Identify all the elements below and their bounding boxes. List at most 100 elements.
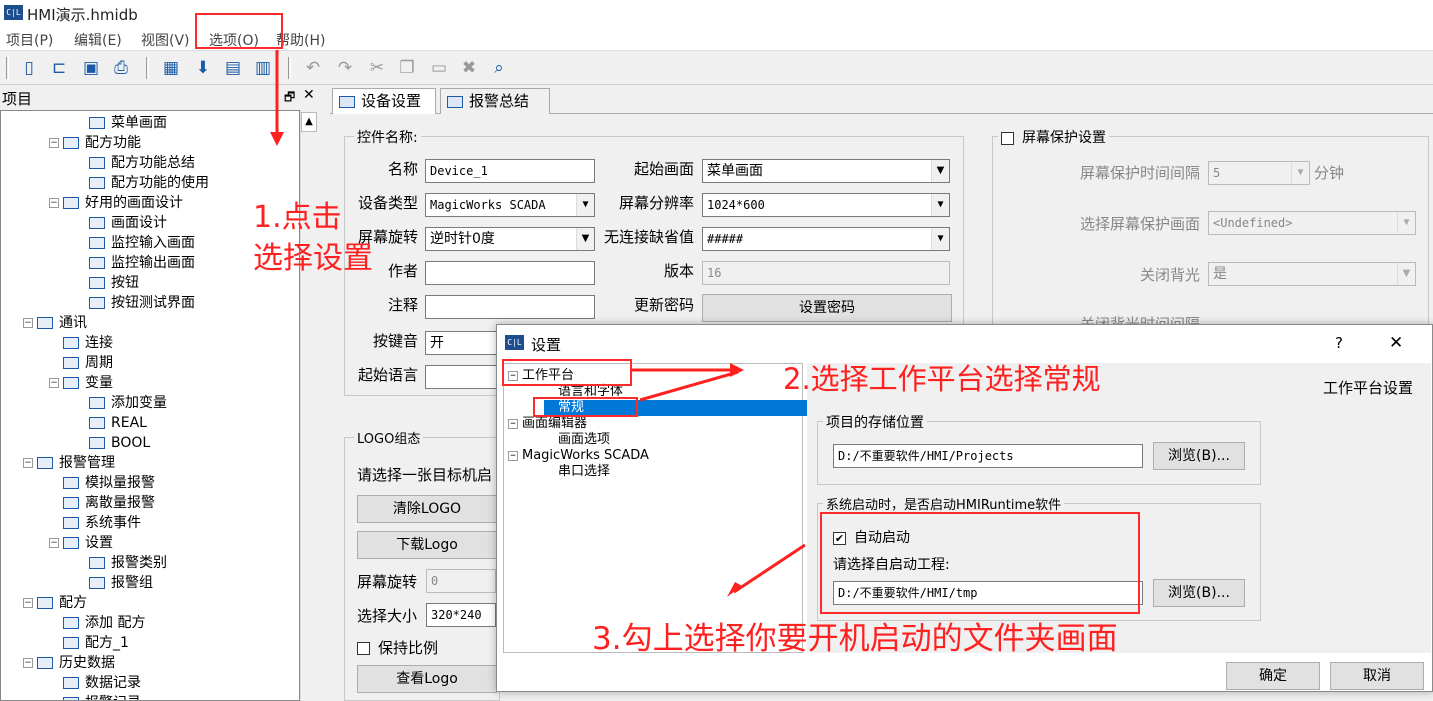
tree-expander-icon[interactable]: − [49, 198, 59, 208]
name-field[interactable]: Device_1 [425, 159, 595, 183]
tree-expander-icon[interactable]: − [23, 318, 33, 328]
checkbox-icon[interactable] [357, 642, 370, 655]
tree-item[interactable]: 添加变量 [89, 393, 167, 413]
chevron-down-icon[interactable]: ▼ [931, 160, 949, 182]
open-folder-icon[interactable]: ⊏ [48, 57, 70, 79]
undo-icon[interactable]: ↶ [302, 57, 324, 79]
start-language-select[interactable] [425, 365, 500, 389]
tree-item[interactable]: 离散量报警 [63, 493, 155, 513]
tree-item[interactable]: 按钮 [89, 273, 139, 293]
storage-path-field[interactable]: D:/不重要软件/HMI/Projects [833, 444, 1143, 468]
comment-field[interactable] [425, 295, 595, 319]
download-logo-button[interactable]: 下载Logo [357, 531, 497, 559]
tree-item[interactable]: 报警组 [89, 573, 153, 593]
tree-item[interactable]: 数据记录 [63, 673, 141, 693]
tree-item[interactable]: 配方功能的使用 [89, 173, 209, 193]
tab-alarm-summary[interactable]: 报警总结 [440, 88, 550, 114]
screensaver-group-title[interactable]: 屏幕保护设置 [998, 127, 1109, 147]
scroll-up-icon[interactable]: ▲ [301, 112, 317, 132]
tree-item[interactable]: 报警记录 [63, 693, 141, 700]
rotation-select[interactable]: 逆时针0度 ▼ [425, 227, 595, 251]
tree-item[interactable]: 模拟量报警 [63, 473, 155, 493]
tree-expander-icon[interactable]: − [49, 538, 59, 548]
tree-item[interactable]: 添加 配方 [63, 613, 145, 633]
clear-logo-button[interactable]: 清除LOGO [357, 495, 497, 523]
tree-item[interactable]: 菜单画面 [89, 113, 167, 133]
close-icon[interactable]: ✕ [303, 87, 315, 103]
keysound-select[interactable]: 开 [425, 331, 500, 355]
pin-icon[interactable]: 🗗 [284, 88, 295, 109]
tree-item[interactable]: − 配方 [23, 593, 87, 613]
start-screen-select[interactable]: 菜单画面 ▼ [702, 159, 950, 183]
tree-item[interactable]: − 好用的画面设计 [49, 193, 183, 213]
chevron-down-icon[interactable]: ▼ [576, 228, 594, 250]
tree-item[interactable]: 画面设计 [89, 213, 167, 233]
print-icon[interactable]: ⎙ [110, 57, 132, 79]
view-logo-button[interactable]: 查看Logo [357, 665, 497, 693]
tree-item[interactable]: 监控输入画面 [89, 233, 195, 253]
tree-item[interactable]: 按钮测试界面 [89, 293, 195, 313]
redo-icon[interactable]: ↷ [334, 57, 356, 79]
tree-item[interactable]: 报警类别 [89, 553, 167, 573]
author-field[interactable] [425, 261, 595, 285]
tree-expander-icon[interactable]: − [49, 138, 59, 148]
tab-device-settings[interactable]: 设备设置 [332, 88, 436, 114]
tree-expander-icon[interactable]: − [23, 598, 33, 608]
browse-startup-button[interactable]: 浏览(B)... [1153, 579, 1245, 607]
chevron-down-icon[interactable]: ▼ [931, 228, 949, 250]
logo-size-select[interactable]: 320*240 [426, 603, 496, 627]
download-icon[interactable]: ⬇ [192, 57, 214, 79]
resolution-select[interactable]: 1024*600 ▼ [702, 193, 950, 217]
menu-edit[interactable]: 编辑(E) [74, 30, 122, 50]
cancel-button[interactable]: 取消 [1330, 662, 1424, 690]
new-file-icon[interactable]: ▯ [18, 57, 40, 79]
settings-tree-item[interactable]: − MagicWorks SCADA [508, 448, 649, 464]
tree-scrollbar[interactable]: ▲ [300, 110, 317, 701]
settings-tree-item[interactable]: 串口选择 [544, 464, 610, 480]
copy-icon[interactable]: ❐ [396, 57, 418, 79]
settings-tree-item[interactable]: 画面选项 [544, 432, 610, 448]
tree-item[interactable]: 配方功能总结 [89, 153, 195, 173]
browse-storage-button[interactable]: 浏览(B)... [1153, 442, 1245, 470]
tree-item[interactable]: BOOL [89, 433, 150, 453]
keep-ratio-checkbox[interactable]: 保持比例 [357, 637, 438, 658]
device-type-select[interactable]: MagicWorks SCADA ▼ [425, 193, 595, 217]
ok-button[interactable]: 确定 [1226, 662, 1320, 690]
tree-item[interactable]: 周期 [63, 353, 113, 373]
tree-item[interactable]: − 历史数据 [23, 653, 115, 673]
tree-item[interactable]: − 变量 [49, 373, 113, 393]
find-icon[interactable]: ⌕ [488, 57, 510, 79]
tree-expander-icon[interactable]: − [49, 378, 59, 388]
dialog-close-button[interactable]: ✕ [1389, 333, 1403, 353]
tree-item[interactable]: 系统事件 [63, 513, 141, 533]
tree-item[interactable]: 监控输出画面 [89, 253, 195, 273]
paste-icon[interactable]: ▭ [428, 57, 450, 79]
no-connection-select[interactable]: ##### ▼ [702, 227, 950, 251]
cut-icon[interactable]: ✂ [366, 57, 388, 79]
settings-tree-item[interactable]: − 画面编辑器 [508, 416, 587, 432]
screensaver-checkbox[interactable] [1001, 131, 1014, 145]
tree-item[interactable]: 连接 [63, 333, 113, 353]
tree-item[interactable]: 配方_1 [63, 633, 129, 653]
simulate-icon[interactable]: ▤ [222, 57, 244, 79]
tree-expander-icon[interactable]: − [508, 418, 518, 429]
save-icon[interactable]: ▣ [80, 57, 102, 79]
menu-project[interactable]: 项目(P) [6, 30, 53, 50]
tree-item[interactable]: − 设置 [49, 533, 113, 553]
delete-icon[interactable]: ✖ [458, 57, 480, 79]
runtime-icon[interactable]: ▥ [252, 57, 274, 79]
tree-item[interactable]: − 通讯 [23, 313, 87, 333]
tree-expander-icon[interactable]: − [23, 658, 33, 668]
help-button[interactable]: ? [1335, 334, 1343, 352]
tree-item[interactable]: − 配方功能 [49, 133, 141, 153]
menu-view[interactable]: 视图(V) [141, 30, 190, 50]
menu-help[interactable]: 帮助(H) [276, 30, 325, 50]
set-password-button[interactable]: 设置密码 [702, 294, 952, 322]
tree-expander-icon[interactable]: − [508, 450, 518, 461]
chevron-down-icon[interactable]: ▼ [931, 194, 949, 216]
tree-item[interactable]: − 报警管理 [23, 453, 115, 473]
screen-icon[interactable]: ▦ [160, 57, 182, 79]
chevron-down-icon[interactable]: ▼ [576, 194, 594, 216]
tree-item[interactable]: REAL [89, 413, 147, 433]
tree-expander-icon[interactable]: − [23, 458, 33, 468]
